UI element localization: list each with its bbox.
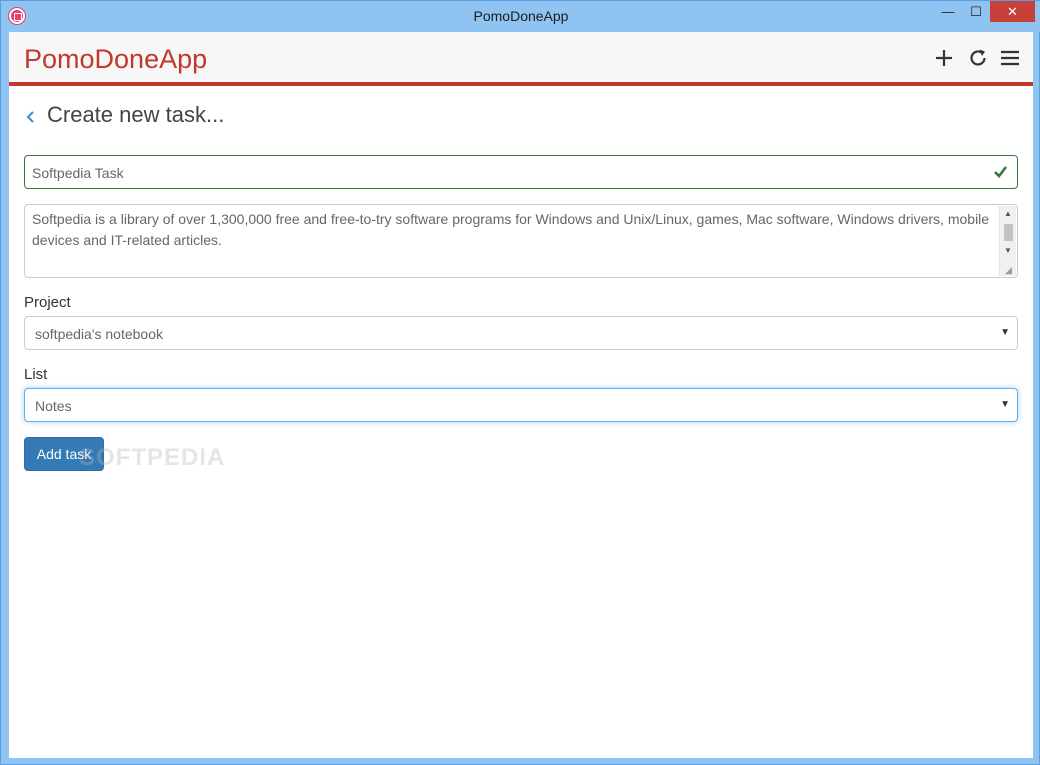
scroll-thumb[interactable] (1004, 224, 1013, 241)
minimize-button[interactable]: — (935, 1, 961, 22)
task-name-input[interactable]: Softpedia Task (24, 155, 1018, 189)
app-header: PomoDoneApp (9, 32, 1033, 86)
task-description-textarea[interactable]: Softpedia is a library of over 1,300,000… (24, 204, 1018, 278)
scroll-up-arrow-icon[interactable]: ▲ (1000, 206, 1016, 222)
scroll-down-arrow-icon[interactable]: ▼ (1000, 243, 1016, 259)
window-title: PomoDoneApp (473, 8, 569, 24)
plus-icon[interactable] (933, 47, 955, 69)
app-logo[interactable]: PomoDoneApp (24, 44, 207, 75)
resize-grip-icon[interactable]: ◢ (1005, 265, 1015, 275)
app-content: PomoDoneApp Create new task... Softpedia… (9, 32, 1033, 758)
hamburger-menu-icon[interactable] (999, 47, 1021, 69)
refresh-icon[interactable] (967, 47, 989, 69)
list-select-value: Notes (35, 398, 72, 414)
list-select[interactable]: Notes ▼ (24, 388, 1018, 422)
task-description-value: Softpedia is a library of over 1,300,000… (32, 211, 990, 277)
project-select-value: softpedia's notebook (35, 326, 163, 342)
maximize-button[interactable]: ☐ (963, 1, 989, 22)
app-window: PomoDoneApp — ☐ ✕ PomoDoneApp Create new… (0, 0, 1040, 765)
list-label: List (24, 366, 48, 383)
project-select[interactable]: softpedia's notebook ▼ (24, 316, 1018, 350)
dropdown-arrow-icon: ▼ (1000, 399, 1010, 410)
back-chevron-icon[interactable] (25, 110, 37, 124)
dropdown-arrow-icon: ▼ (1000, 327, 1010, 338)
task-name-value: Softpedia Task (32, 165, 124, 181)
close-button[interactable]: ✕ (990, 1, 1035, 22)
checkmark-icon (993, 164, 1008, 179)
page-title: Create new task... (47, 102, 225, 127)
window-titlebar[interactable]: PomoDoneApp — ☐ ✕ (1, 1, 1040, 32)
softpedia-watermark: SOFTPEDIA (79, 444, 226, 471)
project-label: Project (24, 294, 71, 311)
